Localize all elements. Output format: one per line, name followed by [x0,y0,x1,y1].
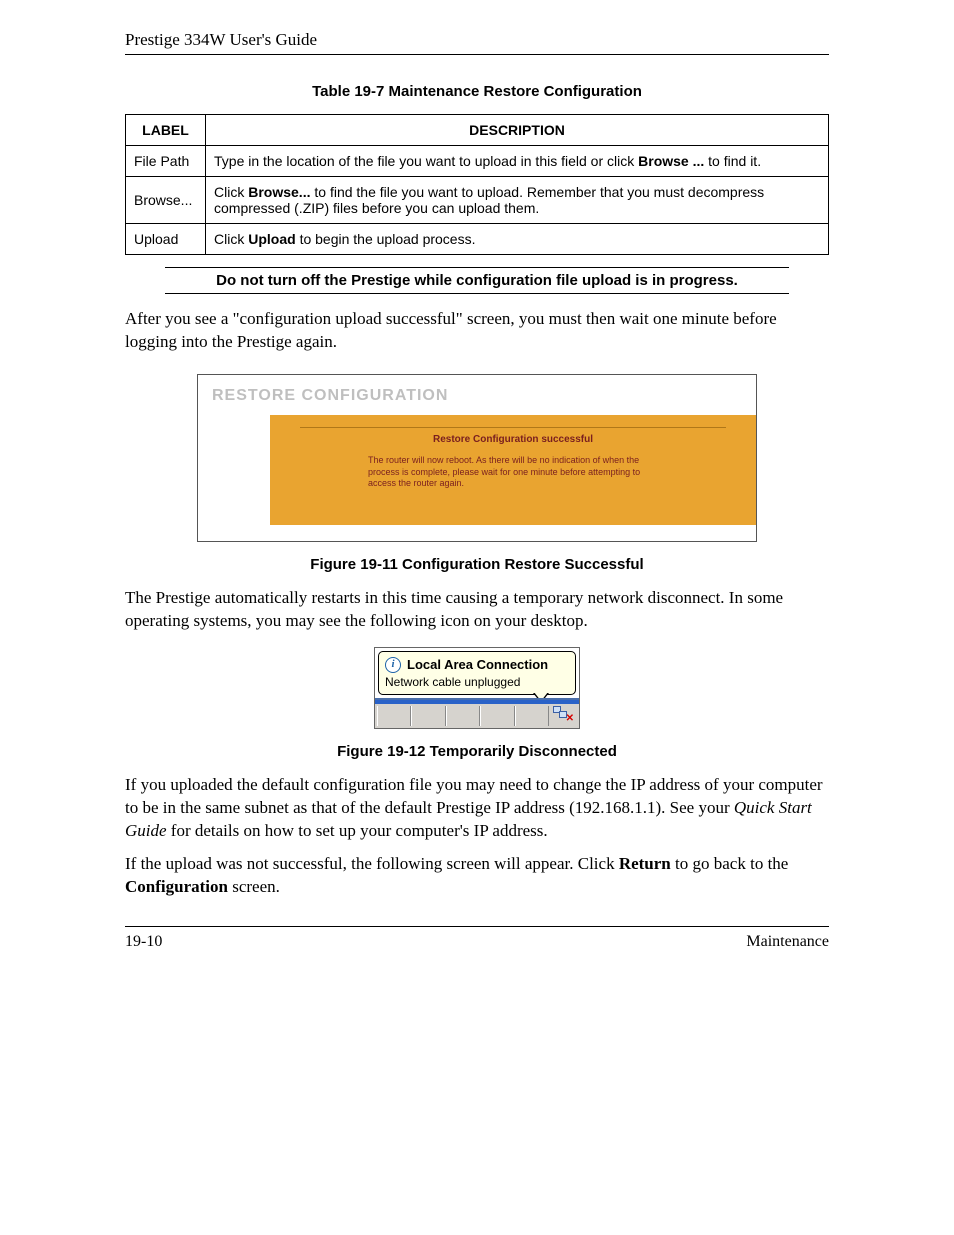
table-caption: Table 19-7 Maintenance Restore Configura… [125,83,829,100]
page-footer: 19-10 Maintenance [125,926,829,951]
info-icon: i [385,657,401,673]
paragraph: After you see a "configuration upload su… [125,308,829,354]
restore-message-body: The router will now reboot. As there wil… [368,455,658,490]
row-description: Click Browse... to find the file you wan… [206,177,829,224]
figure-network-tooltip: i Local Area Connection Network cable un… [374,647,580,729]
row-label: Upload [126,224,206,255]
tooltip-body: Network cable unplugged [385,675,569,689]
page-header: Prestige 334W User's Guide [125,30,829,55]
paragraph: If the upload was not successful, the fo… [125,853,829,899]
config-table: LABEL DESCRIPTION File Path Type in the … [125,114,829,255]
row-label: Browse... [126,177,206,224]
warning-box: Do not turn off the Prestige while confi… [165,267,789,294]
header-title: Prestige 334W User's Guide [125,30,317,49]
page-number: 19-10 [125,933,162,951]
col-header-description: DESCRIPTION [206,115,829,146]
restore-message-title: Restore Configuration successful [300,434,726,445]
row-description: Click Upload to begin the upload process… [206,224,829,255]
section-name: Maintenance [746,933,829,951]
figure-restore-configuration: RESTORE CONFIGURATION Restore Configurat… [197,374,757,542]
col-header-label: LABEL [126,115,206,146]
table-row: Browse... Click Browse... to find the fi… [126,177,829,224]
paragraph: The Prestige automatically restarts in t… [125,587,829,633]
restore-banner: Restore Configuration successful The rou… [270,415,756,525]
row-description: Type in the location of the file you wan… [206,146,829,177]
network-disconnected-icon: ✕ [553,706,571,722]
restore-panel-title: RESTORE CONFIGURATION [198,387,756,415]
figure-caption: Figure 19-11 Configuration Restore Succe… [125,556,829,573]
system-tray: ✕ [375,698,579,728]
row-label: File Path [126,146,206,177]
paragraph: If you uploaded the default configuratio… [125,774,829,843]
tooltip-balloon: i Local Area Connection Network cable un… [378,651,576,695]
table-row: Upload Click Upload to begin the upload … [126,224,829,255]
tooltip-title: Local Area Connection [407,657,548,672]
figure-caption: Figure 19-12 Temporarily Disconnected [125,743,829,760]
table-row: File Path Type in the location of the fi… [126,146,829,177]
warning-text: Do not turn off the Prestige while confi… [165,272,789,289]
